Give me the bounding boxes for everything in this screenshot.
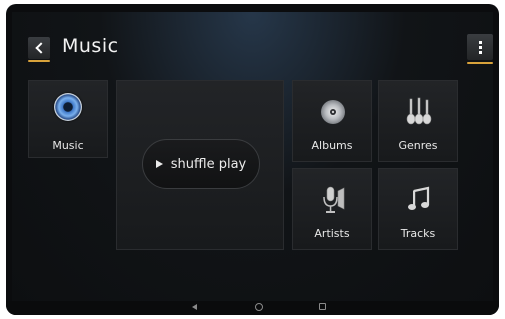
- menu-dot-icon: [478, 45, 482, 49]
- genres-tile[interactable]: Genres: [378, 80, 458, 162]
- menu-dot-icon: [478, 50, 482, 54]
- device-frame: Music Music shuffle play Albums Genres A…: [6, 4, 499, 315]
- back-arrow-icon: [34, 42, 47, 54]
- speaker-icon: [54, 93, 82, 121]
- music-source-tile[interactable]: Music: [28, 80, 108, 158]
- shuffle-play-button[interactable]: shuffle play: [142, 139, 260, 189]
- system-nav-bar: [6, 301, 499, 315]
- albums-label: Albums: [311, 139, 353, 152]
- page-title: Music: [62, 35, 119, 57]
- cd-icon: [321, 100, 345, 124]
- artists-tile[interactable]: Artists: [292, 168, 372, 250]
- nav-home-icon[interactable]: [255, 303, 263, 311]
- overflow-menu-button[interactable]: [467, 34, 493, 60]
- artists-label: Artists: [314, 227, 350, 240]
- play-icon: [155, 160, 163, 168]
- menu-dot-icon: [478, 40, 482, 44]
- top-bar: Music: [12, 12, 493, 72]
- shuffle-panel: shuffle play: [116, 80, 284, 250]
- genres-label: Genres: [398, 139, 438, 152]
- nav-recents-icon[interactable]: [319, 303, 326, 310]
- tracks-label: Tracks: [400, 227, 436, 240]
- music-source-label: Music: [52, 139, 84, 152]
- shuffle-play-label: shuffle play: [170, 156, 247, 172]
- guitars-icon: [406, 97, 432, 125]
- music-screen: Music Music shuffle play Albums Genres A…: [12, 12, 493, 302]
- back-button[interactable]: [28, 37, 50, 59]
- nav-back-icon[interactable]: [192, 304, 197, 310]
- albums-tile[interactable]: Albums: [292, 80, 372, 162]
- microphone-icon: [323, 186, 345, 213]
- back-button-indicator: [28, 60, 50, 62]
- music-note-icon: [408, 186, 430, 210]
- tracks-tile[interactable]: Tracks: [378, 168, 458, 250]
- menu-button-indicator: [467, 62, 493, 64]
